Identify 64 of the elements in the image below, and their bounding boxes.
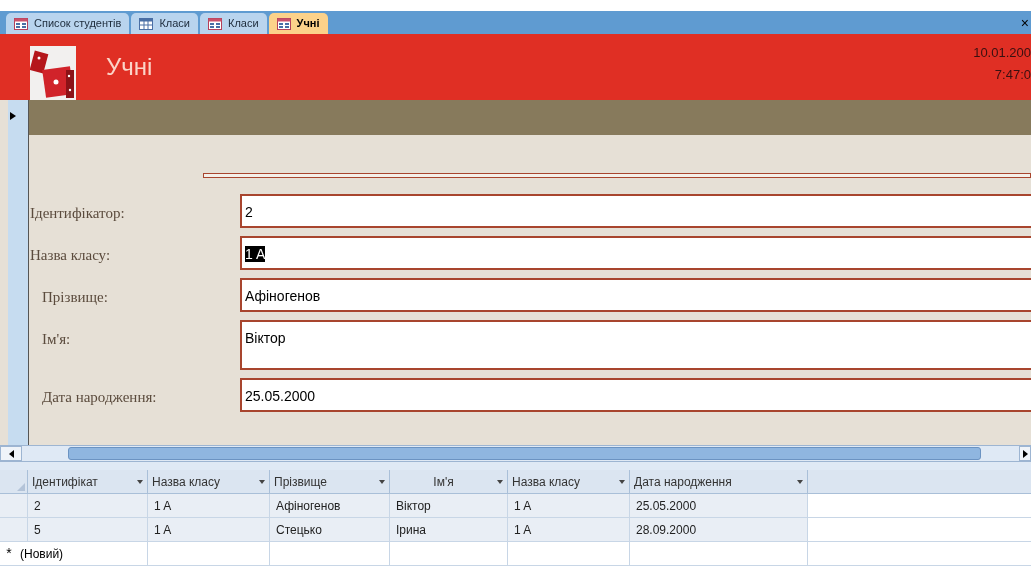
table-cell: 1 A [148, 518, 270, 541]
row-selector[interactable] [0, 494, 28, 517]
new-record-marker: * [5, 544, 13, 563]
column-header[interactable]: Ідентифікат [28, 470, 148, 493]
field-value: Афіногенов [245, 288, 321, 304]
scroll-right-button[interactable] [1019, 446, 1031, 461]
field-label: Ім'я: [41, 330, 72, 349]
form-icon [276, 17, 291, 30]
document-tab[interactable]: Список студентів [6, 13, 130, 34]
table-cell: 2 [28, 494, 148, 517]
column-header[interactable]: Назва класу [508, 470, 630, 493]
column-header[interactable]: Прізвище [270, 470, 390, 493]
left-arrow-icon [8, 449, 14, 458]
column-header[interactable]: Назва класу [148, 470, 270, 493]
table-cell: Стецько [270, 518, 390, 541]
text-field[interactable]: 2 [240, 194, 1031, 228]
field-label: Прізвище: [41, 288, 109, 307]
row-selector[interactable] [0, 518, 28, 541]
record-selector[interactable] [8, 100, 29, 445]
table-cell: 1 A [508, 518, 630, 541]
date-text: 10.01.200 [973, 44, 1031, 62]
column-header[interactable]: Дата народження [630, 470, 808, 493]
form-icon [14, 17, 28, 30]
field-label: Дата народження: [41, 388, 158, 407]
form-title: Учні [106, 52, 153, 82]
table-cell: 5 [28, 518, 148, 541]
table-cell: Віктор [390, 494, 508, 517]
dropdown-arrow-icon [379, 479, 385, 484]
current-record-icon [10, 112, 16, 120]
form-icon [208, 17, 222, 30]
table-cell: 1 A [508, 494, 630, 517]
field-label: Назва класу: [29, 246, 112, 265]
field-value: 2 [245, 204, 253, 220]
dropdown-arrow-icon [797, 479, 803, 484]
dropdown-arrow-icon [137, 479, 143, 484]
table-cell: 1 A [148, 494, 270, 517]
time-text: 7:47:0 [994, 66, 1031, 84]
scrollbar-thumb[interactable] [68, 447, 981, 460]
field-value: 25.05.2000 [245, 388, 316, 404]
close-button[interactable]: × [1020, 15, 1031, 30]
document-tab[interactable]: Класи [131, 13, 198, 34]
field-value: 1 A [245, 246, 266, 262]
table-icon [139, 17, 154, 30]
table-cell: Ірина [390, 518, 508, 541]
right-arrow-icon [1022, 449, 1028, 458]
document-tab[interactable]: Класи [200, 13, 267, 34]
text-field[interactable]: Віктор [240, 320, 1031, 370]
text-field[interactable]: Афіногенов [240, 278, 1031, 312]
dropdown-arrow-icon [259, 479, 265, 484]
new-record-label[interactable]: (Новий) [18, 542, 148, 565]
table-cell: 25.05.2000 [630, 494, 808, 517]
dropdown-arrow-icon [619, 479, 625, 484]
select-all-icon[interactable] [17, 483, 25, 491]
scroll-left-button[interactable] [0, 446, 22, 461]
dropdown-arrow-icon [497, 479, 503, 484]
document-tab[interactable]: Учні [268, 13, 328, 34]
text-field[interactable]: 25.05.2000 [240, 378, 1031, 412]
column-header[interactable]: Ім'я [390, 470, 508, 493]
field-label: Ідентифікатор: [29, 204, 126, 223]
table-cell: Афіногенов [270, 494, 390, 517]
dice-icon [30, 46, 76, 100]
table-cell: 28.09.2000 [630, 518, 808, 541]
text-field[interactable]: 1 A [240, 236, 1031, 270]
field-value: Віктор [245, 330, 286, 346]
